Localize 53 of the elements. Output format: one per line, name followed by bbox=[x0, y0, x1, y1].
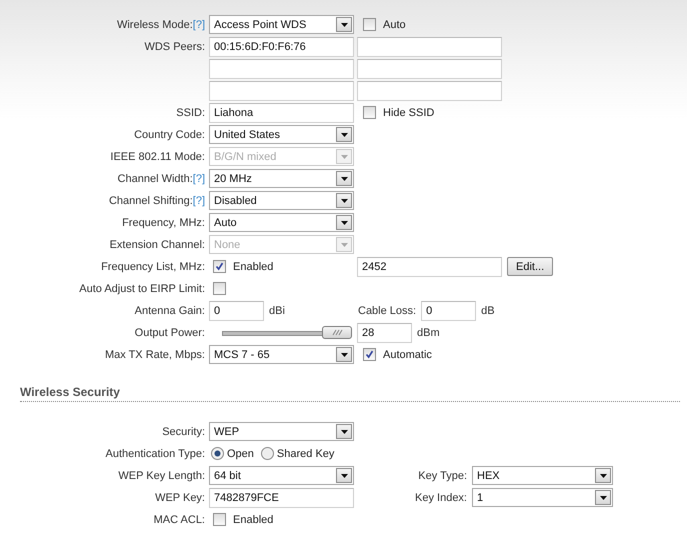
field-label: Output Power: bbox=[134, 326, 205, 338]
field-label: MAC ACL: bbox=[154, 514, 205, 526]
dropdown[interactable]: 1 bbox=[472, 488, 613, 507]
dropdown[interactable]: HEX bbox=[472, 466, 613, 485]
field-label: Key Index: bbox=[414, 492, 467, 504]
text-field[interactable]: 0 bbox=[421, 300, 476, 320]
field-label: WEP Key Length: bbox=[118, 470, 205, 482]
help-link[interactable]: [?] bbox=[192, 194, 205, 206]
dropdown[interactable]: 20 MHz bbox=[209, 169, 354, 188]
radio-label: Open bbox=[227, 448, 254, 460]
dropdown[interactable]: WEP bbox=[209, 422, 354, 441]
unit-label: dB bbox=[481, 304, 495, 316]
text-field[interactable]: 0 bbox=[209, 300, 264, 320]
checkbox-label: Enabled bbox=[233, 260, 274, 272]
field-label: WDS Peers: bbox=[144, 40, 205, 52]
text-field[interactable]: 7482879FCE bbox=[209, 488, 354, 508]
dropdown[interactable]: 64 bit bbox=[209, 466, 354, 485]
checkbox-label: Auto bbox=[383, 18, 406, 30]
unit-label: dBi bbox=[269, 304, 285, 316]
dropdown[interactable]: Access Point WDS bbox=[209, 15, 354, 34]
dropdown[interactable]: Auto bbox=[209, 213, 354, 232]
field-label: WEP Key: bbox=[155, 492, 205, 504]
field-label: Channel Shifting: bbox=[108, 194, 193, 206]
field-label: Channel Width: bbox=[118, 172, 193, 184]
dropdown[interactable]: MCS 7 - 65 bbox=[209, 345, 354, 364]
field-label: Auto Adjust to EIRP Limit: bbox=[79, 282, 205, 294]
edit-button[interactable]: Edit... bbox=[507, 257, 554, 276]
dropdown[interactable]: United States bbox=[209, 125, 354, 144]
dropdown[interactable]: Disabled bbox=[209, 191, 354, 210]
field-label: Security: bbox=[162, 426, 205, 438]
radio-label: Shared Key bbox=[276, 448, 334, 460]
field-label: Wireless Mode: bbox=[116, 18, 193, 30]
text-field[interactable]: Liahona bbox=[209, 102, 354, 122]
field-label: Extension Channel: bbox=[110, 238, 205, 250]
field-label: Max TX Rate, Mbps: bbox=[104, 348, 205, 360]
field-label: Country Code: bbox=[134, 128, 205, 140]
field-label: Antenna Gain: bbox=[134, 304, 205, 316]
checkbox-label: Automatic bbox=[383, 348, 432, 360]
text-field[interactable]: 2452 bbox=[357, 256, 502, 276]
checkbox-label: Enabled bbox=[233, 514, 274, 526]
checkbox-label: Hide SSID bbox=[383, 106, 434, 118]
field-label: Frequency, MHz: bbox=[122, 216, 205, 228]
field-label: IEEE 802.11 Mode: bbox=[110, 150, 205, 162]
field-label: SSID: bbox=[176, 106, 205, 118]
text-field[interactable]: 00:15:6D:F0:F6:76 bbox=[209, 36, 354, 56]
text-field[interactable]: 28 bbox=[357, 322, 412, 342]
field-label: Authentication Type: bbox=[106, 448, 205, 460]
help-link[interactable]: [?] bbox=[192, 172, 205, 184]
field-label: Frequency List, MHz: bbox=[101, 260, 205, 272]
field-label: Key Type: bbox=[417, 470, 467, 482]
section-heading: Wireless Security bbox=[20, 385, 120, 399]
unit-label: dBm bbox=[417, 326, 440, 338]
field-label: Cable Loss: bbox=[358, 304, 416, 316]
